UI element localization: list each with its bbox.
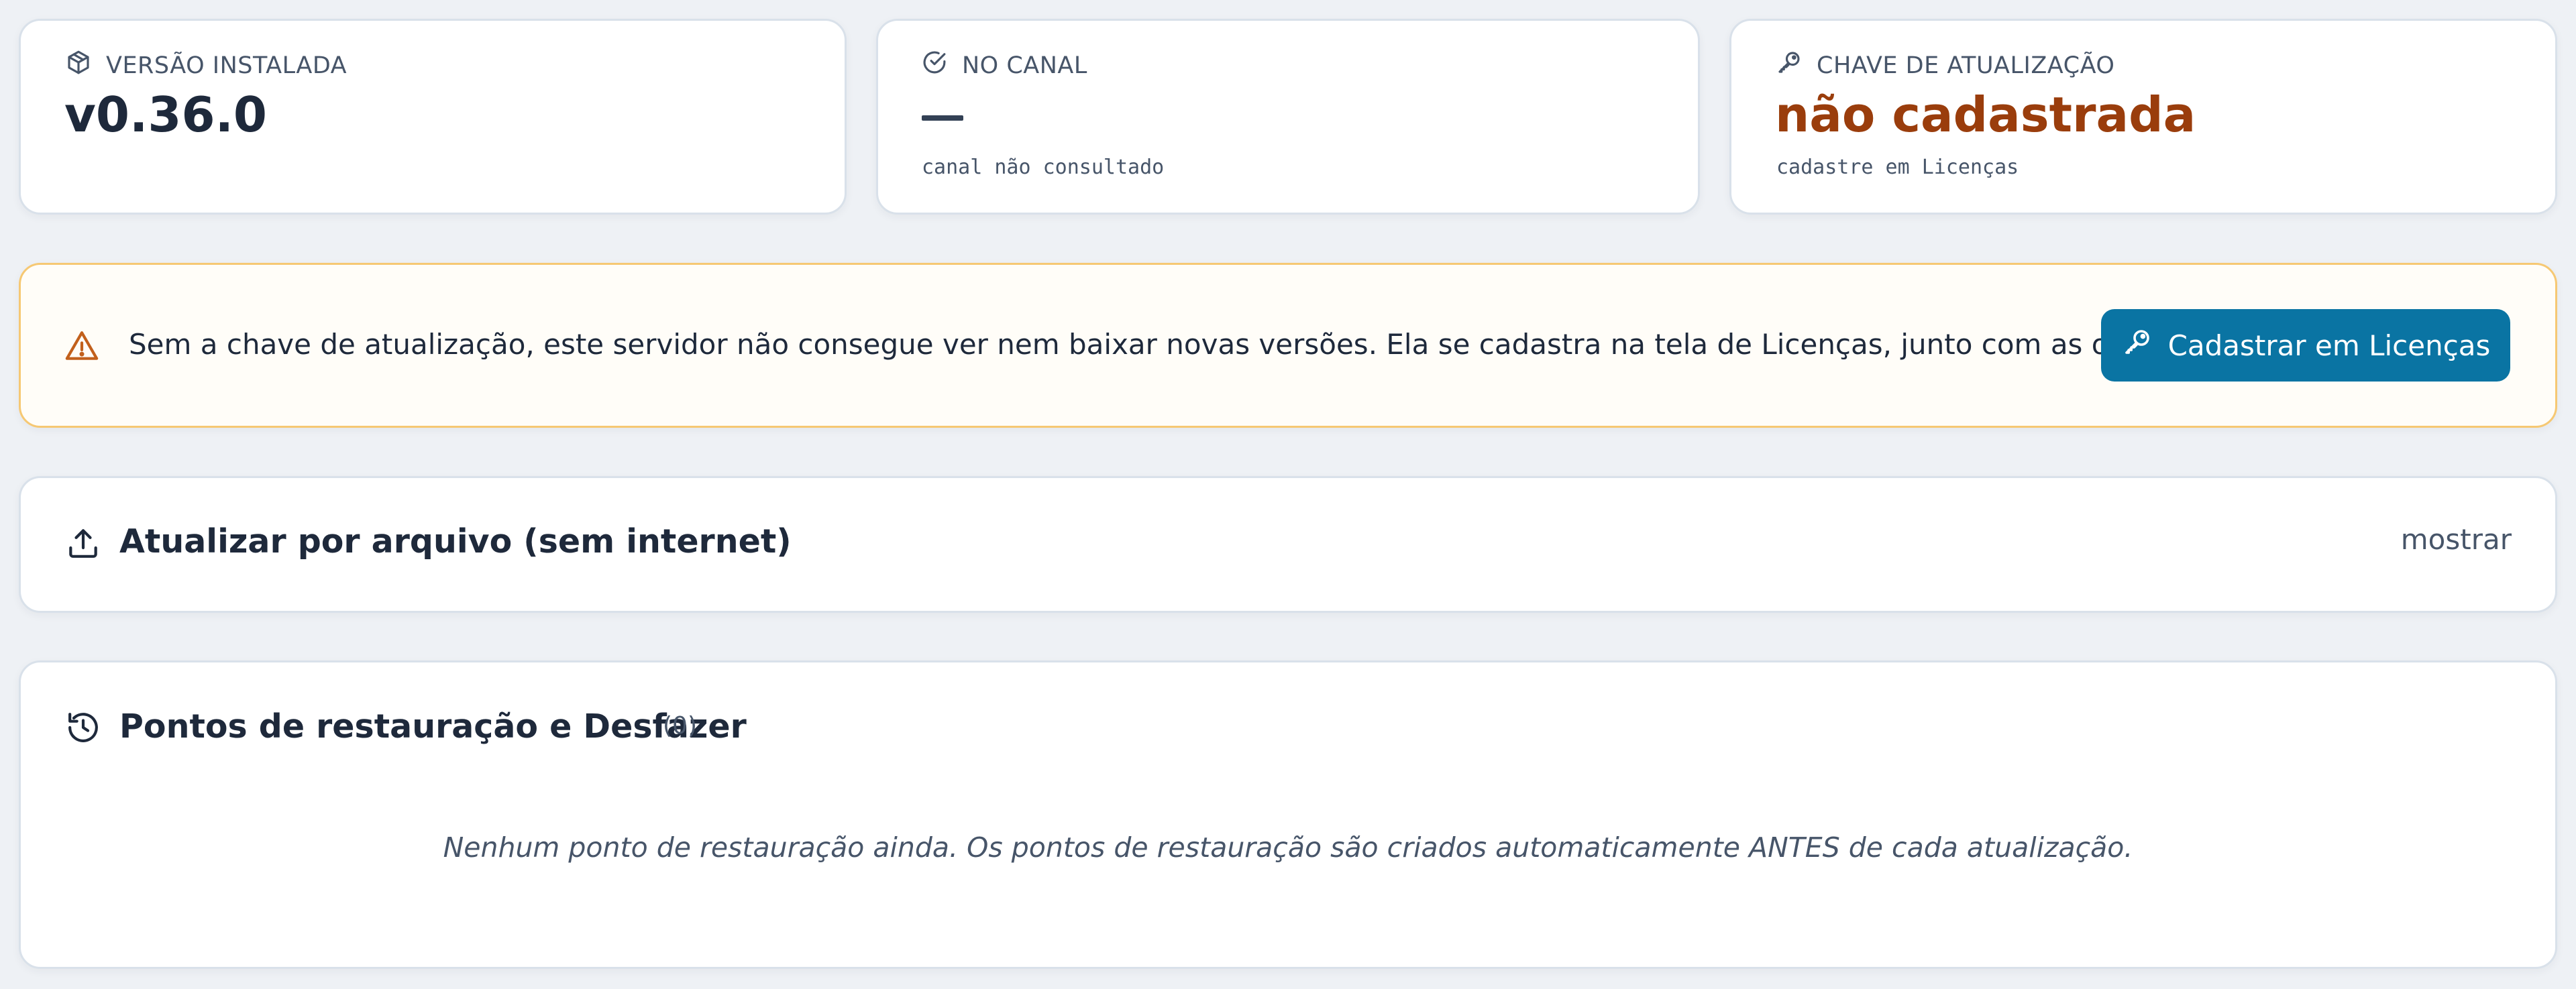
check-circle-icon [920,48,949,82]
key-icon [1775,48,1803,82]
restore-points-empty-message: Nenhum ponto de restauração ainda. Os po… [443,831,2133,864]
register-button-label: Cadastrar em Licenças [2167,329,2491,362]
restore-points-title: Pontos de restauração e Desfazer [119,707,747,746]
installed-version-value: v0.36.0 [64,86,268,143]
restore-points-count: (0) [663,712,697,740]
update-key-label: CHAVE DE ATUALIZAÇÃO [1817,52,2115,79]
channel-value-dash [922,115,963,121]
channel-label-row: NO CANAL [920,48,1087,82]
update-key-subtext: cadastre em Licenças [1776,156,2019,179]
warning-message: Sem a chave de atualização, este servido… [129,328,2190,361]
history-icon [64,709,102,746]
show-offline-update-toggle[interactable]: mostrar [2401,523,2512,556]
key-icon [2121,326,2153,365]
installed-version-label-row: VERSÃO INSTALADA [64,48,347,82]
installed-version-label: VERSÃO INSTALADA [106,52,347,79]
update-key-label-row: CHAVE DE ATUALIZAÇÃO [1775,48,2114,82]
channel-label: NO CANAL [962,52,1087,79]
channel-subtext: canal não consultado [922,156,1165,179]
upload-icon [64,524,102,562]
register-in-licenses-button[interactable]: Cadastrar em Licenças [2101,309,2510,382]
warning-icon [63,327,101,365]
offline-update-title: Atualizar por arquivo (sem internet) [119,522,792,561]
update-key-value: não cadastrada [1775,86,2196,143]
package-icon [64,48,93,82]
